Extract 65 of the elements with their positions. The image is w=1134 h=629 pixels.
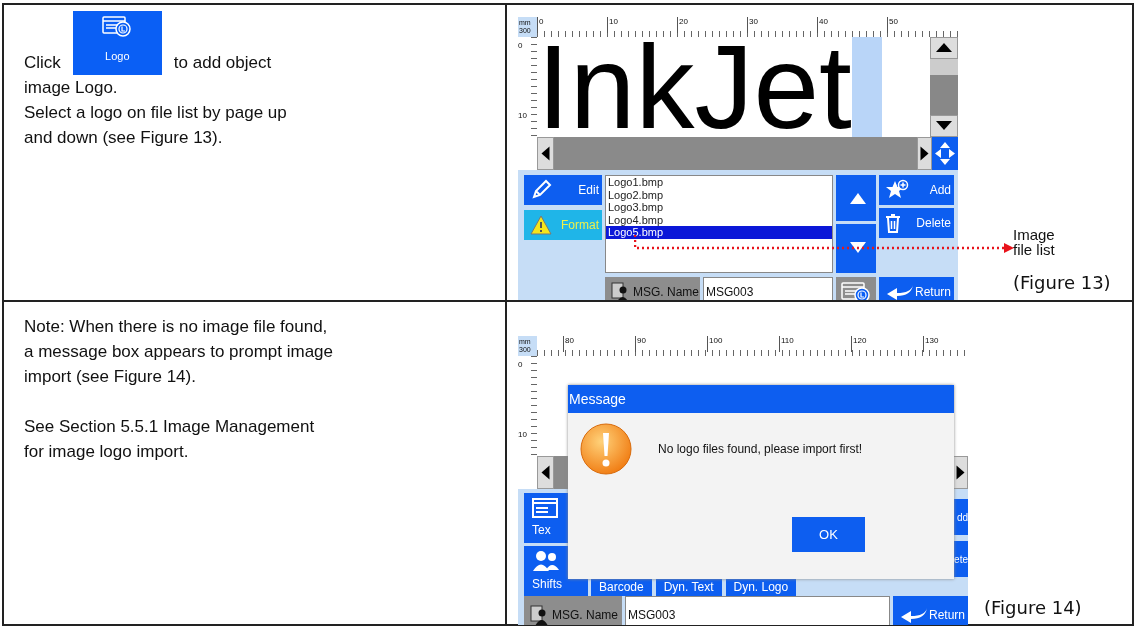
action-button[interactable]: Delete — [879, 208, 954, 238]
text-card-icon — [532, 497, 558, 518]
page-down-button[interactable] — [836, 223, 876, 273]
instruction-text: to add object — [173, 52, 272, 74]
side-button[interactable]: Edit — [524, 175, 602, 205]
ruler-label: 10 — [609, 17, 618, 26]
label-text: MSG. Name — [552, 606, 618, 624]
logo-button[interactable]: Logo — [72, 11, 162, 75]
scroll-up-button[interactable] — [930, 37, 958, 59]
return-button[interactable]: Return — [879, 277, 954, 300]
instruction-paragraph: image Logo. Select a logo on file list by page up and down (see Figure 13). — [24, 77, 288, 149]
trash-icon — [885, 213, 901, 233]
ruler-label: 30 — [749, 17, 758, 26]
figure-caption: (Figure 14) — [984, 596, 1082, 620]
figure-caption: (Figure 13) — [1013, 271, 1111, 295]
file-list-item[interactable]: Logo2.bmp — [606, 188, 832, 201]
file-list-item[interactable]: Logo1.bmp — [606, 176, 832, 189]
scroll-right-button[interactable] — [917, 137, 932, 170]
ok-button[interactable]: OK — [792, 517, 865, 552]
note-paragraph: Note: When there is no image file found, a message box appears to prompt image import (see Figure 14). — [24, 316, 334, 388]
msg-name-field[interactable]: MSG003 — [703, 277, 833, 300]
ruler-label: 0 — [518, 360, 523, 369]
person-document-icon — [530, 603, 548, 625]
pencil-icon — [530, 179, 552, 201]
people-icon — [532, 549, 560, 572]
ruler-label: 120 — [853, 336, 867, 345]
logo-card-icon — [102, 14, 133, 38]
canvas-text: InkJet — [537, 37, 852, 137]
instruction-text: Click — [24, 52, 61, 74]
file-list-item[interactable]: Logo3.bmp — [606, 201, 832, 214]
action-button[interactable]: Add — [879, 175, 954, 205]
logo-button[interactable] — [836, 277, 876, 300]
scrollbar-thumb — [930, 59, 958, 75]
ruler-label: 20 — [679, 17, 688, 26]
scroll-down-button[interactable] — [930, 115, 958, 137]
ruler-label: 10 — [518, 111, 527, 120]
ruler-label: 90 — [637, 336, 646, 345]
note-paragraph: See Section 5.5.1 Image Management for image logo import. — [24, 416, 316, 463]
file-list-item[interactable]: Logo4.bmp — [606, 213, 832, 226]
ruler-label: 80 — [565, 336, 574, 345]
logo-card-icon — [841, 280, 871, 300]
move-icon[interactable] — [932, 137, 958, 170]
star-plus-icon — [885, 179, 909, 201]
dialog-title: Message — [568, 385, 954, 413]
scroll-left-button[interactable] — [537, 137, 554, 170]
ruler-label: 50 — [889, 17, 898, 26]
ruler-label: 40 — [819, 17, 828, 26]
ruler-label: 0 — [539, 17, 544, 26]
ruler-label: 100 — [709, 336, 723, 345]
ruler-label: 10 — [518, 430, 527, 439]
scroll-left-button[interactable] — [537, 456, 554, 489]
person-document-icon — [611, 281, 629, 300]
warning-icon — [530, 215, 552, 235]
warning-circle-icon — [580, 423, 632, 475]
annotation-text: Image file list — [1013, 227, 1056, 257]
page-up-button[interactable] — [836, 175, 876, 221]
ruler-label: 0 — [518, 41, 523, 50]
msg-name-field[interactable]: MSG003 — [625, 596, 890, 625]
label-text: MSG. Name — [633, 284, 699, 300]
ruler-label: 110 — [781, 336, 794, 345]
return-arrow-icon — [885, 283, 915, 300]
return-button[interactable]: Return — [893, 596, 968, 625]
dialog-message: No logo files found, please import first! — [658, 441, 863, 458]
file-list-item[interactable]: Logo5.bmp — [606, 226, 832, 239]
ruler-label: 130 — [925, 336, 939, 345]
